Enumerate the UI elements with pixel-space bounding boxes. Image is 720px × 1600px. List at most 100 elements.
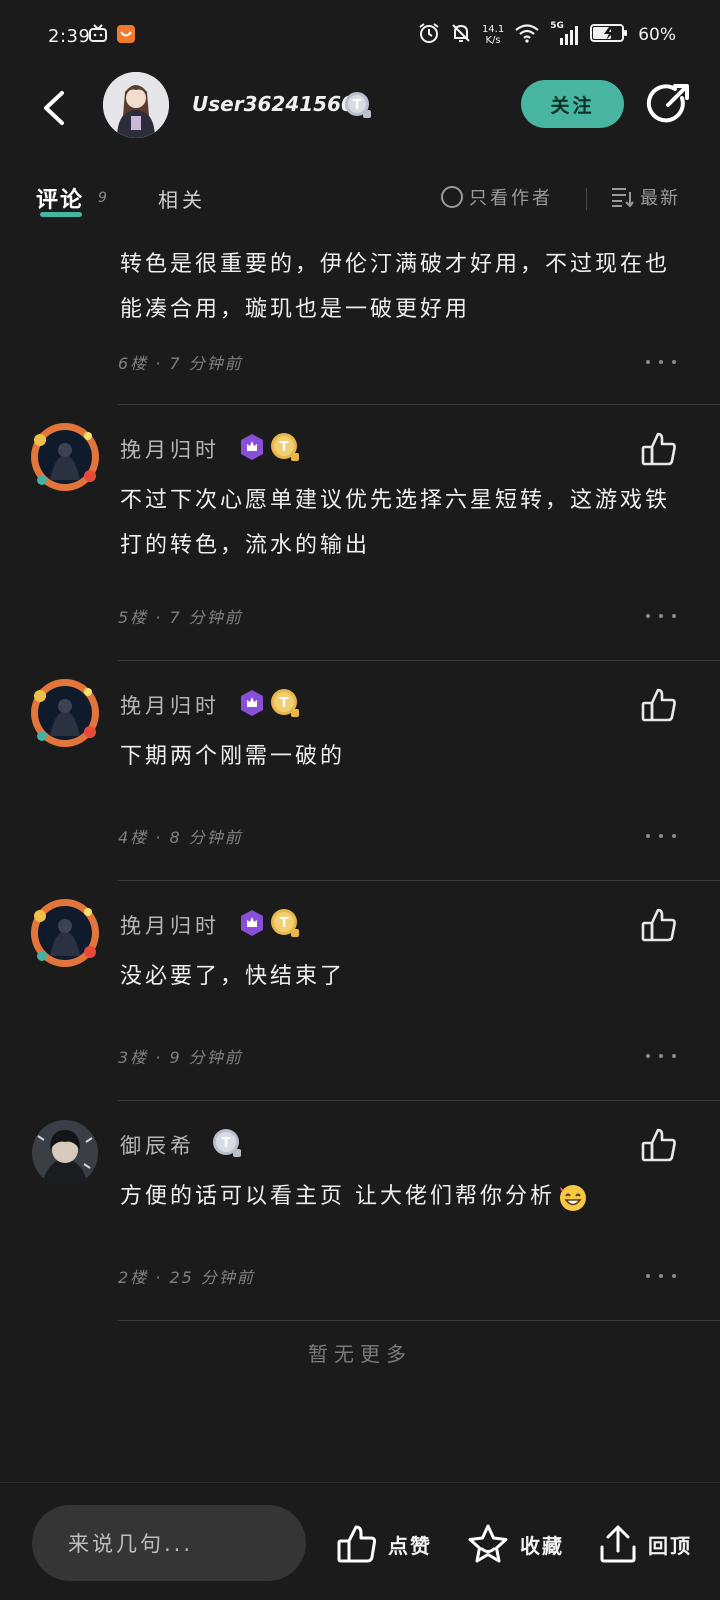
comment-item: 挽月归时 T 下期两个刚需一破的 4楼 · 8 分钟前 [0, 662, 720, 882]
comment-text: 不过下次心愿单建议优先选择六星短转，这游戏铁打的转色，流水的输出 [120, 488, 671, 558]
dot [646, 834, 650, 838]
author-avatar[interactable] [103, 72, 169, 138]
comment-meta: 6楼 · 7 分钟前 [118, 354, 243, 373]
commenter-avatar[interactable] [28, 420, 102, 494]
net-speed-unit: K/s [485, 35, 501, 46]
comment-author[interactable]: 挽月归时 [120, 434, 220, 464]
comment-divider [118, 880, 720, 881]
favorite-label: 收藏 [520, 1533, 564, 1558]
sort-label: 最新 [640, 188, 680, 209]
comment-author[interactable]: 挽月归时 [120, 910, 220, 940]
comment-text: 转色是很重要的，伊伦汀满破才好用，不过现在也能凑合用，璇玑也是一破更好用 [120, 252, 671, 322]
dot [672, 1054, 676, 1058]
festive-frame-avatar-image [31, 679, 99, 747]
like-button[interactable] [640, 430, 678, 468]
sort-list-icon [612, 188, 634, 208]
dot [659, 834, 663, 838]
dot [672, 360, 676, 364]
comment-input[interactable]: 来说几句... [32, 1505, 306, 1581]
like-label: 点赞 [388, 1533, 432, 1558]
comment-text: 方便的话可以看主页 让大佬们帮你分析 [120, 1184, 555, 1209]
net-speed: 14.1 K/s [482, 24, 504, 46]
favorite-button[interactable]: 收藏 [466, 1523, 564, 1565]
dot [646, 1054, 650, 1058]
post-header: User362415602 T 关注 [0, 70, 720, 178]
author-only-filter[interactable]: 只看作者 [441, 184, 553, 210]
festive-frame-avatar-image [31, 899, 99, 967]
level-badge-icon [238, 689, 266, 721]
back-button[interactable] [32, 86, 76, 130]
commenter-badges: T [238, 688, 300, 722]
author-username[interactable]: User362415602 [192, 92, 369, 116]
radio-circle-icon [441, 186, 463, 208]
more-options-button[interactable] [646, 606, 676, 626]
dot [672, 1274, 676, 1278]
svg-text:T: T [222, 1136, 231, 1151]
title-badge-icon: T [270, 688, 300, 722]
post-comments-screen: 2:39 14.1 K/s 5G 60% User362415602 T 关注 … [0, 0, 720, 1600]
dot [672, 834, 676, 838]
commenter-badges: T [238, 432, 300, 466]
thumbs-up-icon [641, 908, 676, 942]
comment-meta: 2楼 · 25 分钟前 [118, 1268, 255, 1287]
comments-count: 9 [98, 190, 107, 206]
author-only-label: 只看作者 [469, 188, 553, 209]
shopping-app-icon [116, 24, 136, 44]
comment-text: 下期两个刚需一破的 [120, 744, 346, 769]
alarm-icon [418, 22, 440, 48]
title-badge-icon: T [212, 1128, 242, 1162]
back-to-top-label: 回顶 [648, 1533, 692, 1558]
comment-meta: 3楼 · 9 分钟前 [118, 1048, 243, 1067]
tab-related[interactable]: 相关 [158, 184, 206, 213]
like-post-button[interactable]: 点赞 [336, 1523, 432, 1565]
title-badge-icon: T [270, 432, 300, 466]
dot [659, 1274, 663, 1278]
dot [672, 614, 676, 618]
tv-app-icon [88, 24, 108, 44]
comment-divider [118, 660, 720, 661]
comment-item: 御辰希 T 方便的话可以看主页 让大佬们帮你分析 2楼 · 25 分钟前 [0, 1102, 720, 1322]
more-options-button[interactable] [646, 352, 676, 372]
comment-divider [118, 404, 720, 405]
more-options-button[interactable] [646, 826, 676, 846]
like-button[interactable] [640, 906, 678, 944]
svg-text:T: T [280, 696, 289, 711]
dot [659, 360, 663, 364]
comment-item: 挽月归时 T 没必要了，快结束了 3楼 · 9 分钟前 [0, 882, 720, 1102]
level-badge-icon [238, 909, 266, 941]
thumbs-up-icon [641, 432, 676, 466]
tab-comments[interactable]: 评论 [36, 182, 84, 214]
commenter-avatar[interactable] [28, 676, 102, 750]
comment-item: 转色是很重要的，伊伦汀满破才好用，不过现在也能凑合用，璇玑也是一破更好用 6楼 … [0, 236, 720, 408]
svg-text:T: T [280, 440, 289, 455]
more-options-button[interactable] [646, 1266, 676, 1286]
share-button[interactable] [646, 81, 692, 127]
more-options-button[interactable] [646, 1046, 676, 1066]
comment-text: 没必要了，快结束了 [120, 964, 346, 989]
comment-author[interactable]: 御辰希 [120, 1130, 195, 1160]
battery-percent: 60% [638, 25, 676, 45]
commenter-avatar[interactable] [28, 896, 102, 970]
commenter-avatar[interactable] [28, 1116, 102, 1190]
follow-button[interactable]: 关注 [521, 80, 624, 128]
commenter-badges: T [212, 1128, 242, 1162]
filter-divider [586, 188, 587, 210]
grinning-emoji-icon [557, 1181, 589, 1213]
comment-meta: 5楼 · 7 分钟前 [118, 608, 243, 627]
commenter-badges: T [238, 908, 300, 942]
comment-author[interactable]: 挽月归时 [120, 690, 220, 720]
back-to-top-button[interactable]: 回顶 [598, 1523, 692, 1565]
cell-signal-icon: 5G [550, 21, 580, 47]
like-button[interactable] [640, 686, 678, 724]
sort-latest-button[interactable]: 最新 [610, 184, 680, 210]
thumbs-up-icon [641, 688, 676, 722]
title-badge-icon: T [270, 908, 300, 942]
comment-divider [118, 1100, 720, 1101]
dot [659, 614, 663, 618]
upload-arrow-icon [600, 1525, 636, 1563]
like-button[interactable] [640, 1126, 678, 1164]
net-speed-value: 14.1 [481, 24, 505, 35]
comment-item: 挽月归时 T 不过下次心愿单建议优先选择六星短转，这游戏铁打的转色，流水的输出 … [0, 406, 720, 662]
back-arrow-icon [44, 91, 64, 125]
dot [659, 1054, 663, 1058]
